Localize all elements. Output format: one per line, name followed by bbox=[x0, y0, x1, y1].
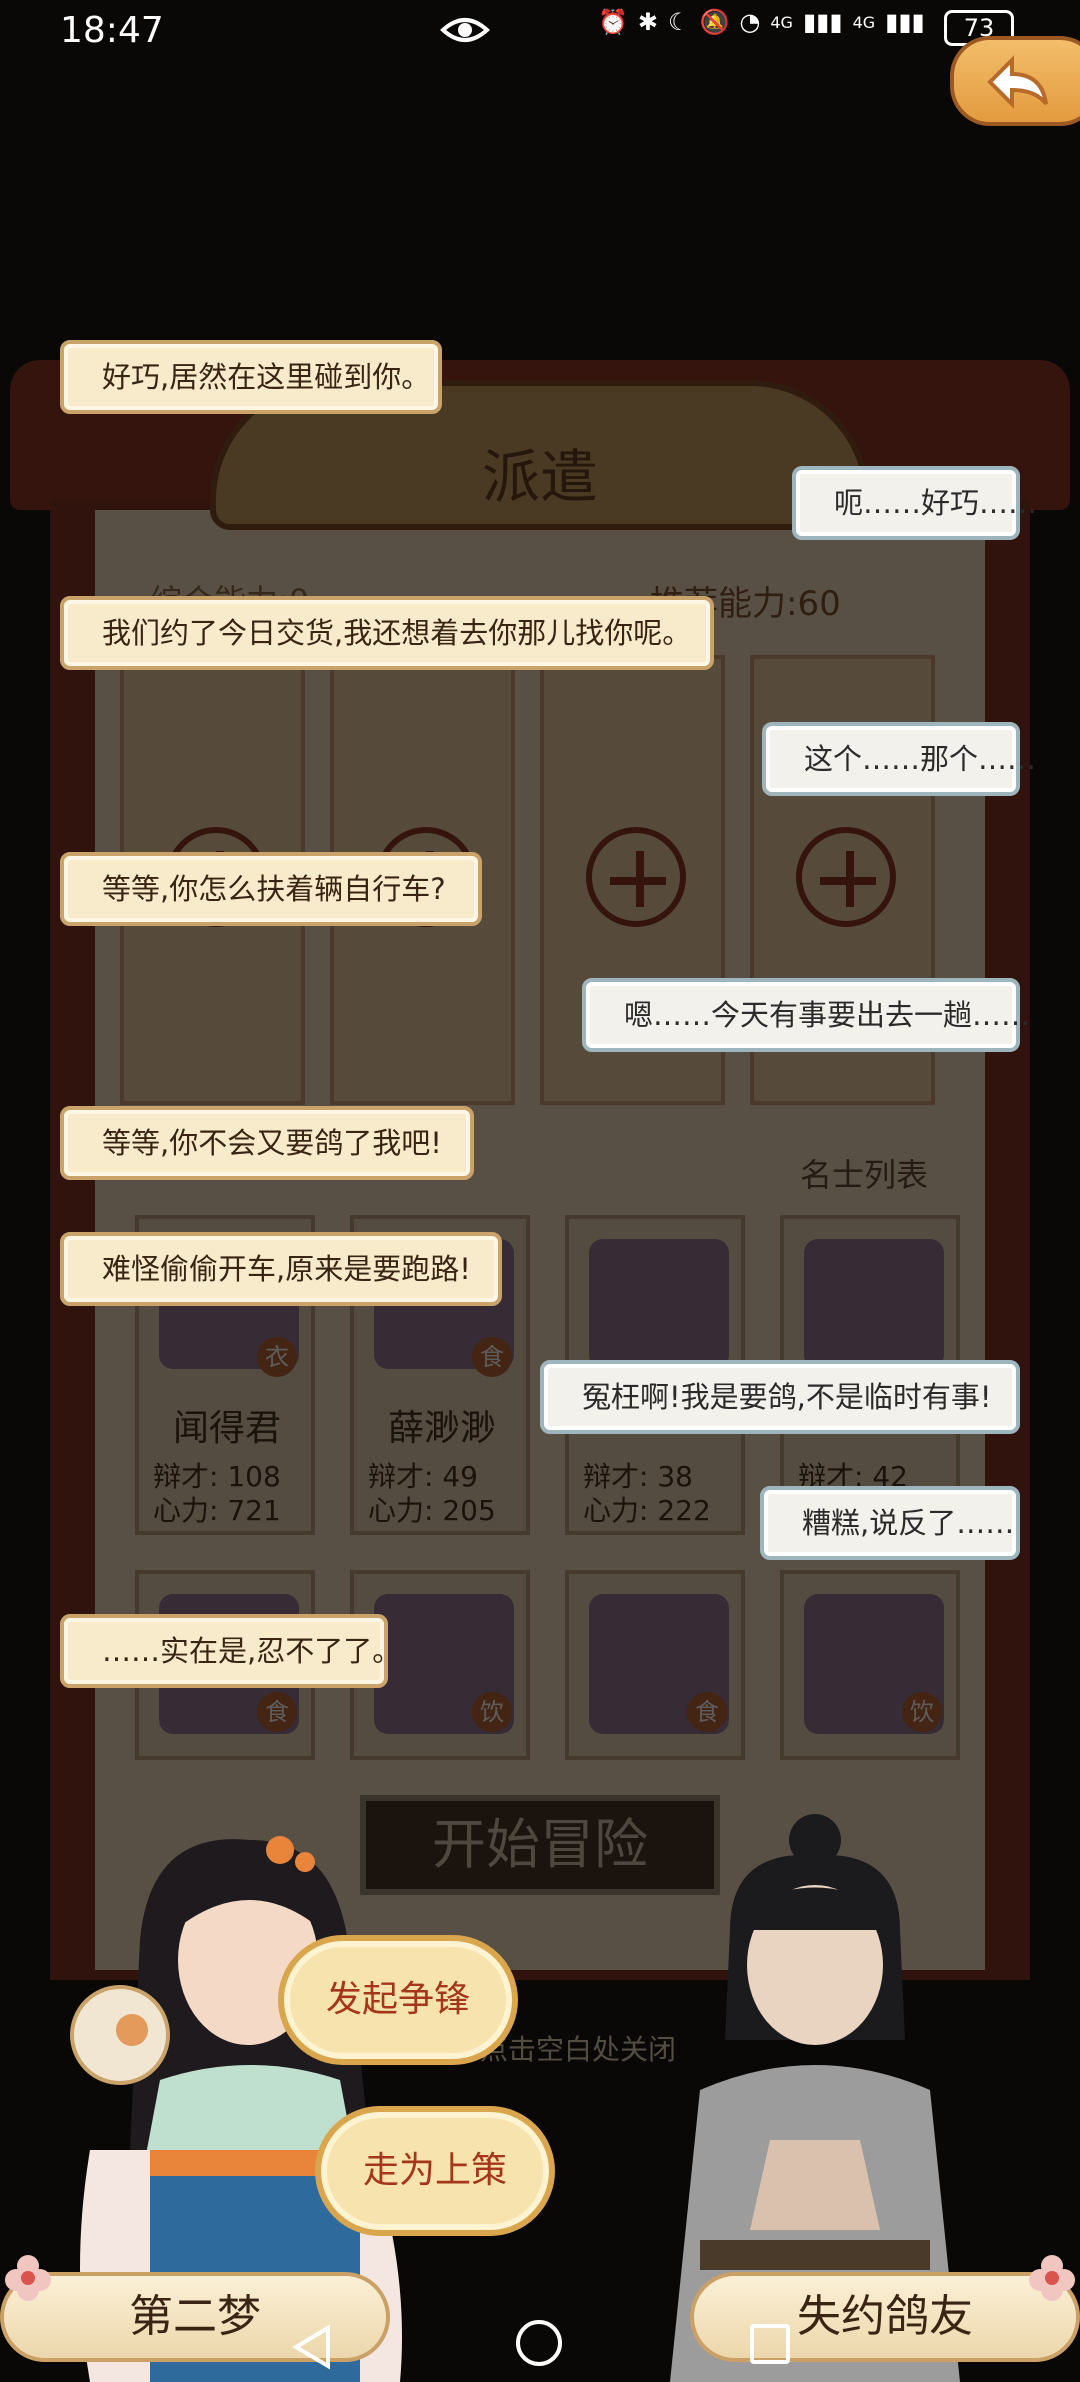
nav-back-icon[interactable] bbox=[290, 2324, 336, 2370]
celebrity-list-title: 名士列表 bbox=[800, 1156, 929, 1194]
willpower-stat: 心力: 205 bbox=[368, 1494, 496, 1527]
willpower-stat: 心力: 721 bbox=[153, 1494, 281, 1527]
dialogue-bubble-left: 等等,你怎么扶着辆自行车? bbox=[60, 852, 482, 926]
flower-ornament-icon bbox=[1029, 2255, 1075, 2301]
panel-title: 派遣 bbox=[481, 443, 598, 511]
dialogue-bubble-left: 难怪偷偷开车,原来是要跑路! bbox=[60, 1232, 502, 1306]
plus-icon bbox=[586, 827, 686, 927]
celebrity-card[interactable]: 食 bbox=[565, 1570, 745, 1760]
category-badge: 食 bbox=[257, 1692, 297, 1732]
nav-home-icon[interactable] bbox=[516, 2320, 562, 2366]
dialogue-bubble-left: 等等,你不会又要鸽了我吧! bbox=[60, 1106, 474, 1180]
celebrity-name: 闻得君 bbox=[172, 1408, 281, 1449]
celebrity-card[interactable]: 饮 bbox=[780, 1570, 960, 1760]
game-screen: 18:47 ⏰ ✱ ☾ 🔕 ◔ 4G ▮▮▮ 4G ▮▮▮ 73 派遣 综合能力… bbox=[0, 0, 1080, 2382]
willpower-stat: 心力: 222 bbox=[583, 1494, 711, 1527]
dialogue-bubble-right: 冤枉啊!我是要鸽,不是临时有事! bbox=[540, 1360, 1020, 1434]
category-badge: 衣 bbox=[257, 1337, 297, 1377]
choice-flee-button[interactable]: 走为上策 bbox=[315, 2106, 555, 2236]
nav-recents-icon[interactable] bbox=[750, 2324, 790, 2364]
category-badge: 食 bbox=[687, 1692, 727, 1732]
dialogue-bubble-right: 糟糕,说反了…… bbox=[760, 1486, 1020, 1560]
dialogue-bubble-right: 呃……好巧…… bbox=[792, 466, 1037, 540]
dialogue-bubble-right: 这个……那个…… bbox=[762, 722, 1036, 796]
dialogue-bubble-left: 好巧,居然在这里碰到你。 bbox=[60, 340, 442, 414]
plus-icon bbox=[796, 827, 896, 927]
avatar bbox=[589, 1239, 729, 1369]
category-badge: 饮 bbox=[472, 1692, 512, 1732]
category-badge: 饮 bbox=[902, 1692, 942, 1732]
category-badge: 食 bbox=[472, 1337, 512, 1377]
flower-ornament-icon bbox=[5, 2255, 51, 2301]
celebrity-name: 薛渺渺 bbox=[387, 1408, 496, 1449]
dialogue-bubble-left: 我们约了今日交货,我还想着去你那儿找你呢。 bbox=[60, 596, 714, 670]
system-navigation-bar bbox=[0, 2310, 1080, 2382]
avatar bbox=[804, 1239, 944, 1369]
dialogue-bubble-left: ……实在是,忍不了了。 bbox=[60, 1614, 401, 1688]
dialogue-bubble-right: 嗯……今天有事要出去一趟…… bbox=[582, 978, 1030, 1052]
choice-confront-button[interactable]: 发起争锋 bbox=[278, 1935, 518, 2065]
